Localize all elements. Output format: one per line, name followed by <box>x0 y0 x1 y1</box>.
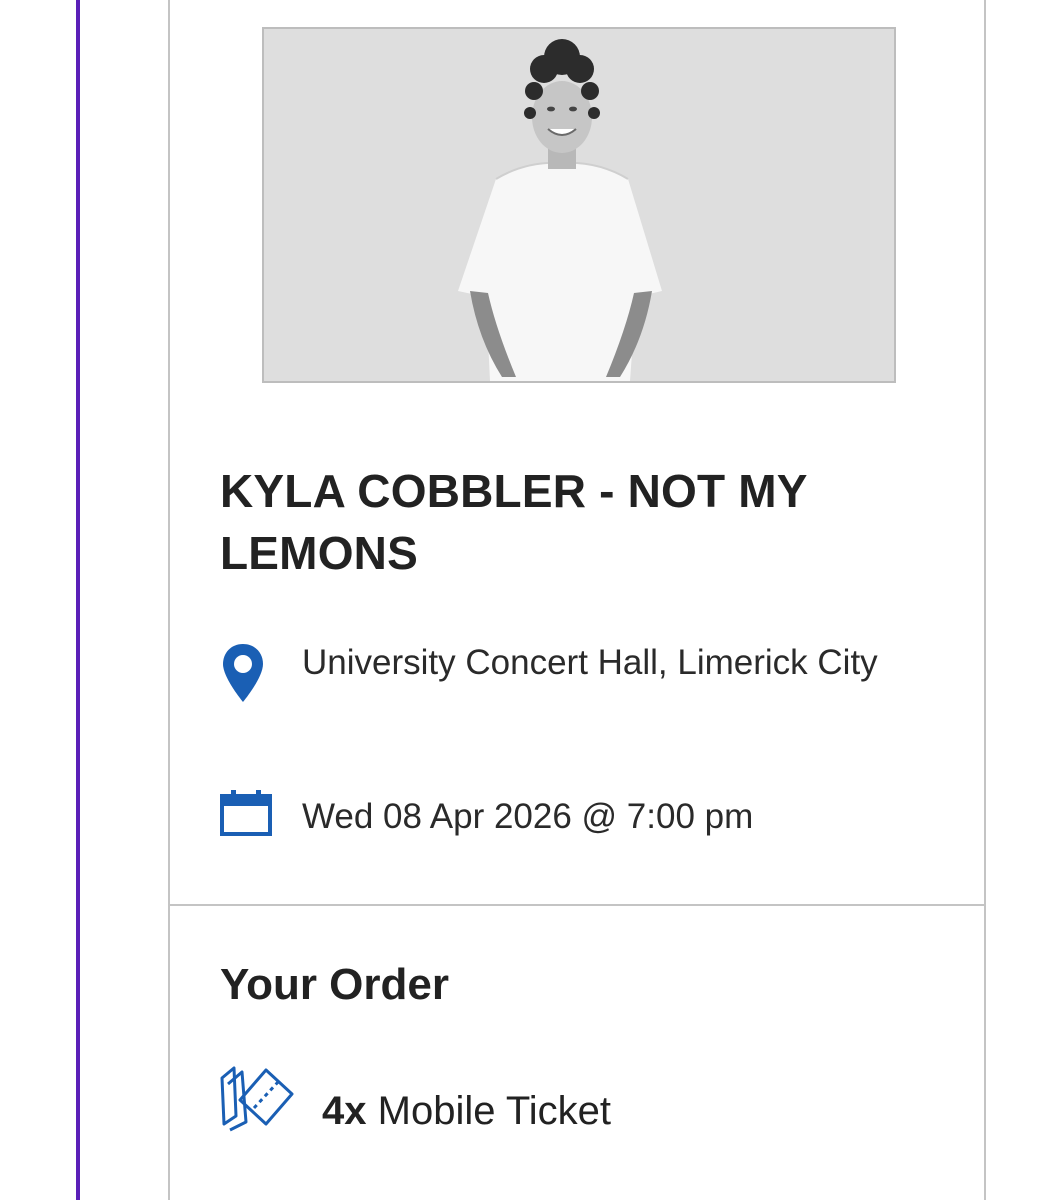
event-title: KYLA COBBLER - NOT MY LEMONS <box>220 465 807 579</box>
ticket-quantity: 4x <box>322 1089 367 1133</box>
section-divider <box>170 904 984 906</box>
calendar-icon <box>220 788 272 836</box>
ticket-row: 4x Mobile Ticket <box>220 1064 940 1144</box>
date-row: Wed 08 Apr 2026 @ 7:00 pm <box>220 784 940 844</box>
accent-line <box>76 0 80 1200</box>
order-heading: Your Order <box>220 960 450 1009</box>
date-text: Wed 08 Apr 2026 @ 7:00 pm <box>302 797 754 836</box>
venue-row[interactable]: University Concert Hall, Limerick City <box>220 638 940 748</box>
venue-text: University Concert Hall, Limerick City <box>302 643 878 682</box>
page: KYLA COBBLER - NOT MY LEMONS University … <box>0 0 1055 1200</box>
event-card: KYLA COBBLER - NOT MY LEMONS University … <box>168 0 986 1200</box>
event-image[interactable] <box>262 27 896 383</box>
tickets-icon <box>220 1064 296 1132</box>
map-pin-icon <box>220 642 266 706</box>
ticket-text: 4x Mobile Ticket <box>322 1086 611 1136</box>
ticket-type: Mobile Ticket <box>377 1089 612 1133</box>
performer-photo <box>264 29 894 381</box>
